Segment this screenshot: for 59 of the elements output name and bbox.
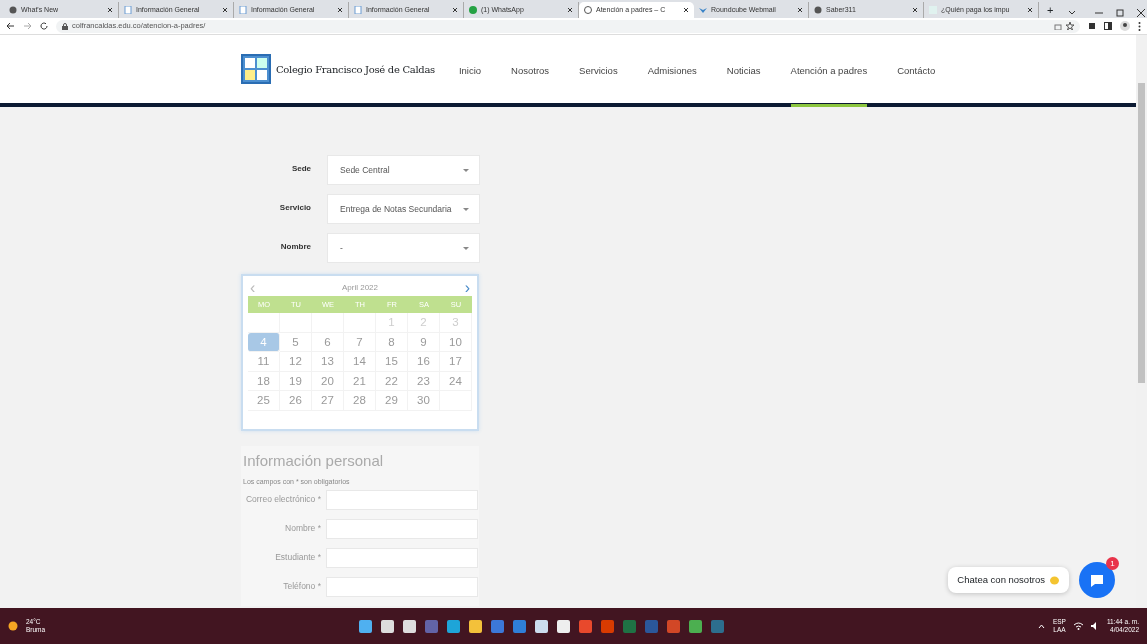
chevron-up-icon[interactable] [1037, 623, 1045, 629]
field-label: Servicio [278, 202, 311, 214]
new-tab-button[interactable]: + [1047, 2, 1054, 18]
field-label: Nombre * [284, 522, 321, 536]
speaker-icon[interactable] [1090, 622, 1099, 630]
select-field[interactable]: Entrega de Notas Secundaria [327, 194, 480, 224]
select-field[interactable]: - [327, 233, 480, 263]
close-icon[interactable] [1027, 7, 1033, 13]
globe-icon [9, 6, 17, 14]
chat-button[interactable] [1079, 562, 1115, 598]
field-label: Estudiante * [274, 551, 321, 565]
close-icon[interactable] [797, 7, 803, 13]
field-label: Teléfono * [282, 580, 321, 594]
lock-icon [62, 22, 68, 30]
empty-day-cell [280, 313, 312, 333]
document-icon [354, 6, 362, 14]
field-label: Nombre [279, 241, 311, 253]
school-crest-icon [241, 54, 271, 84]
nav-link[interactable]: Atención a padres [790, 35, 868, 107]
close-icon[interactable] [337, 7, 343, 13]
caret-icon [463, 168, 469, 172]
nav-link[interactable]: Noticias [726, 35, 761, 107]
reload-icon[interactable] [40, 22, 48, 30]
profile-icon[interactable] [1120, 21, 1130, 31]
sun-icon [8, 621, 18, 631]
notification-count: 1 [1106, 557, 1119, 570]
back-arrow-icon[interactable] [6, 22, 15, 30]
close-icon[interactable] [912, 7, 918, 13]
field-label: Sede [290, 163, 311, 175]
month-title: April 2022 [342, 282, 378, 294]
caret-icon [463, 207, 469, 211]
nav-link[interactable]: Inicio [458, 35, 482, 107]
document-icon [124, 6, 132, 14]
school-name[interactable]: Colegio Francisco José de Caldas [276, 61, 435, 77]
nav-link[interactable]: Servicios [579, 35, 618, 107]
close-icon[interactable] [683, 7, 689, 13]
empty-day-cell [344, 313, 376, 333]
chat-bubble-icon [1090, 573, 1104, 587]
window-controls-icon[interactable] [1067, 8, 1147, 18]
close-icon[interactable] [107, 7, 113, 13]
close-icon[interactable] [567, 7, 573, 13]
next-month-button[interactable]: › [464, 280, 470, 296]
nav-link[interactable]: Nosotros [511, 35, 550, 107]
menu-icon[interactable] [1138, 21, 1141, 31]
select-field[interactable]: Sede Central [327, 155, 480, 185]
side-panel-icon[interactable] [1104, 22, 1112, 30]
close-icon[interactable] [452, 7, 458, 13]
empty-day-cell [312, 313, 344, 333]
star-icon[interactable] [1066, 22, 1074, 30]
section-title: Información personal [242, 450, 385, 471]
field-label: Correo electrónico * [244, 493, 321, 507]
caret-icon [463, 246, 469, 250]
nav-link[interactable]: Contácto [897, 35, 936, 107]
document-icon [239, 6, 247, 14]
nav-link[interactable]: Admisiones [647, 35, 697, 107]
globe-icon [814, 6, 822, 14]
empty-day-cell [248, 313, 280, 333]
wifi-icon[interactable] [1073, 622, 1083, 630]
close-icon[interactable] [222, 7, 228, 13]
